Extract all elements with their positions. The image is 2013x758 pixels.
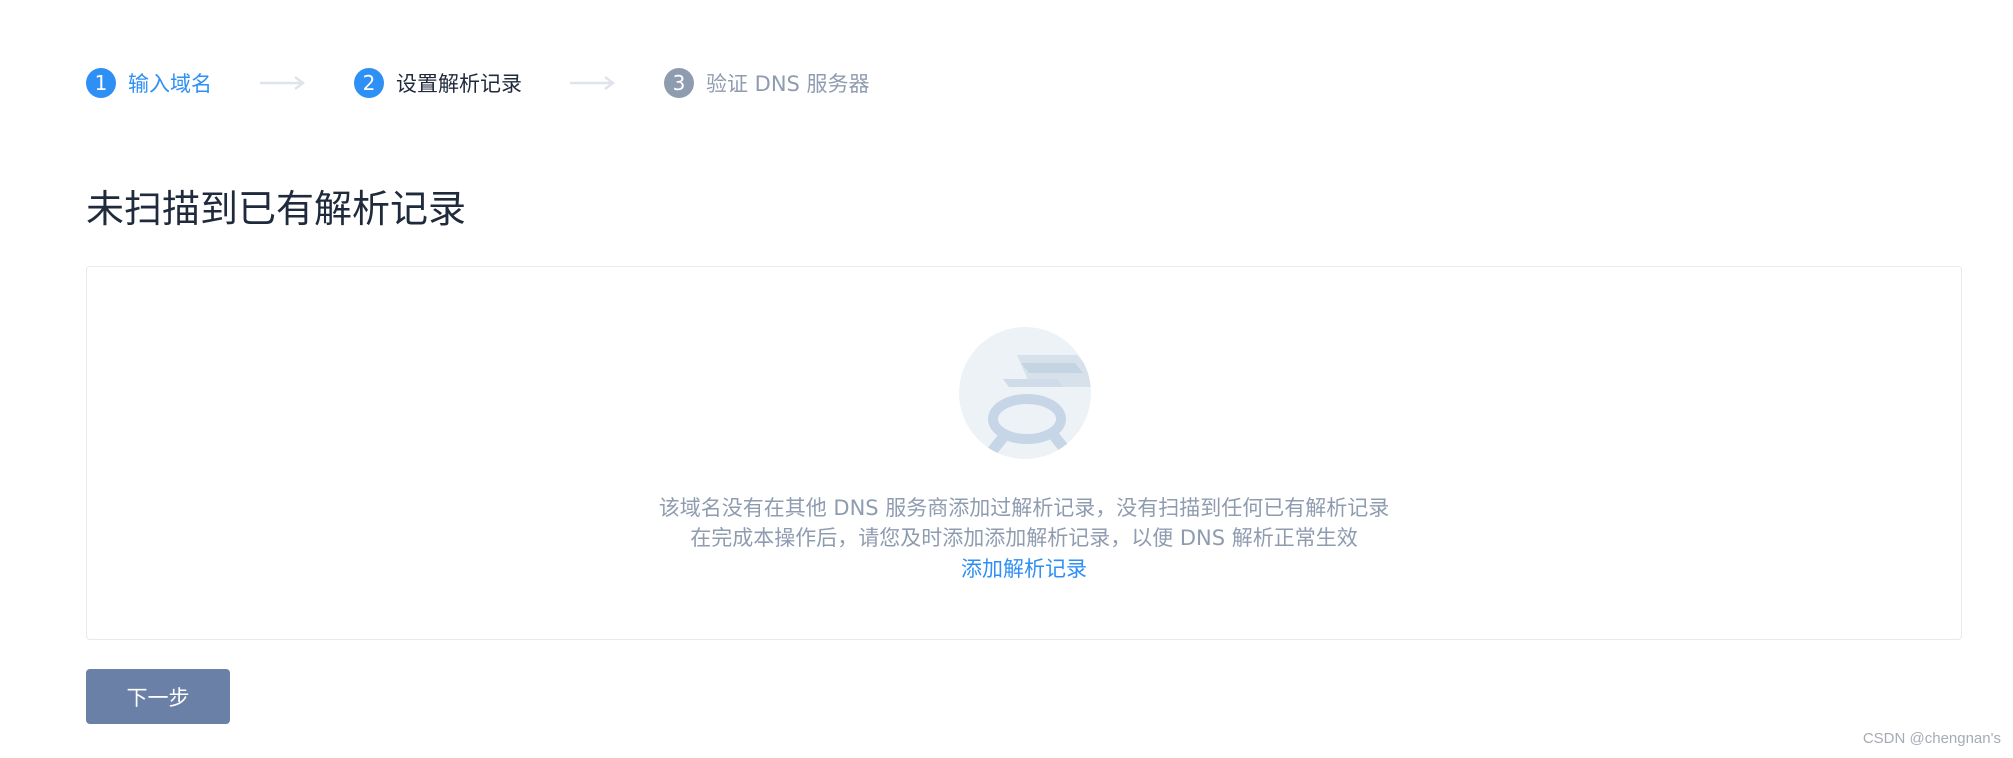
step-label-enter-domain: 输入域名 <box>128 72 212 96</box>
arrow-right-icon <box>570 76 616 90</box>
magnifier-document-icon <box>959 327 1091 459</box>
step-number-3: 3 <box>664 68 694 98</box>
step-indicator: 1 输入域名 2 设置解析记录 3 验证 DNS 服务器 <box>86 67 870 99</box>
add-record-link[interactable]: 添加解析记录 <box>961 557 1087 581</box>
empty-message-line-1: 该域名没有在其他 DNS 服务商添加过解析记录，没有扫描到任何已有解析记录 <box>658 496 1390 520</box>
step-number-2: 2 <box>354 68 384 98</box>
page-title: 未扫描到已有解析记录 <box>86 187 467 231</box>
empty-message-line-2: 在完成本操作后，请您及时添加添加解析记录，以便 DNS 解析正常生效 <box>690 526 1358 550</box>
step-number-1: 1 <box>86 68 116 98</box>
step-label-verify-dns: 验证 DNS 服务器 <box>706 72 870 96</box>
step-set-records: 2 设置解析记录 <box>354 67 522 99</box>
next-step-button[interactable]: 下一步 <box>86 669 230 724</box>
step-enter-domain: 1 输入域名 <box>86 67 212 99</box>
step-verify-dns: 3 验证 DNS 服务器 <box>664 67 870 99</box>
add-record-link-row: 添加解析记录 <box>87 553 1961 583</box>
empty-state-panel: 该域名没有在其他 DNS 服务商添加过解析记录，没有扫描到任何已有解析记录 在完… <box>86 266 1962 640</box>
watermark: CSDN @chengnan's <box>1862 730 2001 747</box>
arrow-right-icon <box>260 76 306 90</box>
step-label-set-records: 设置解析记录 <box>396 72 522 96</box>
